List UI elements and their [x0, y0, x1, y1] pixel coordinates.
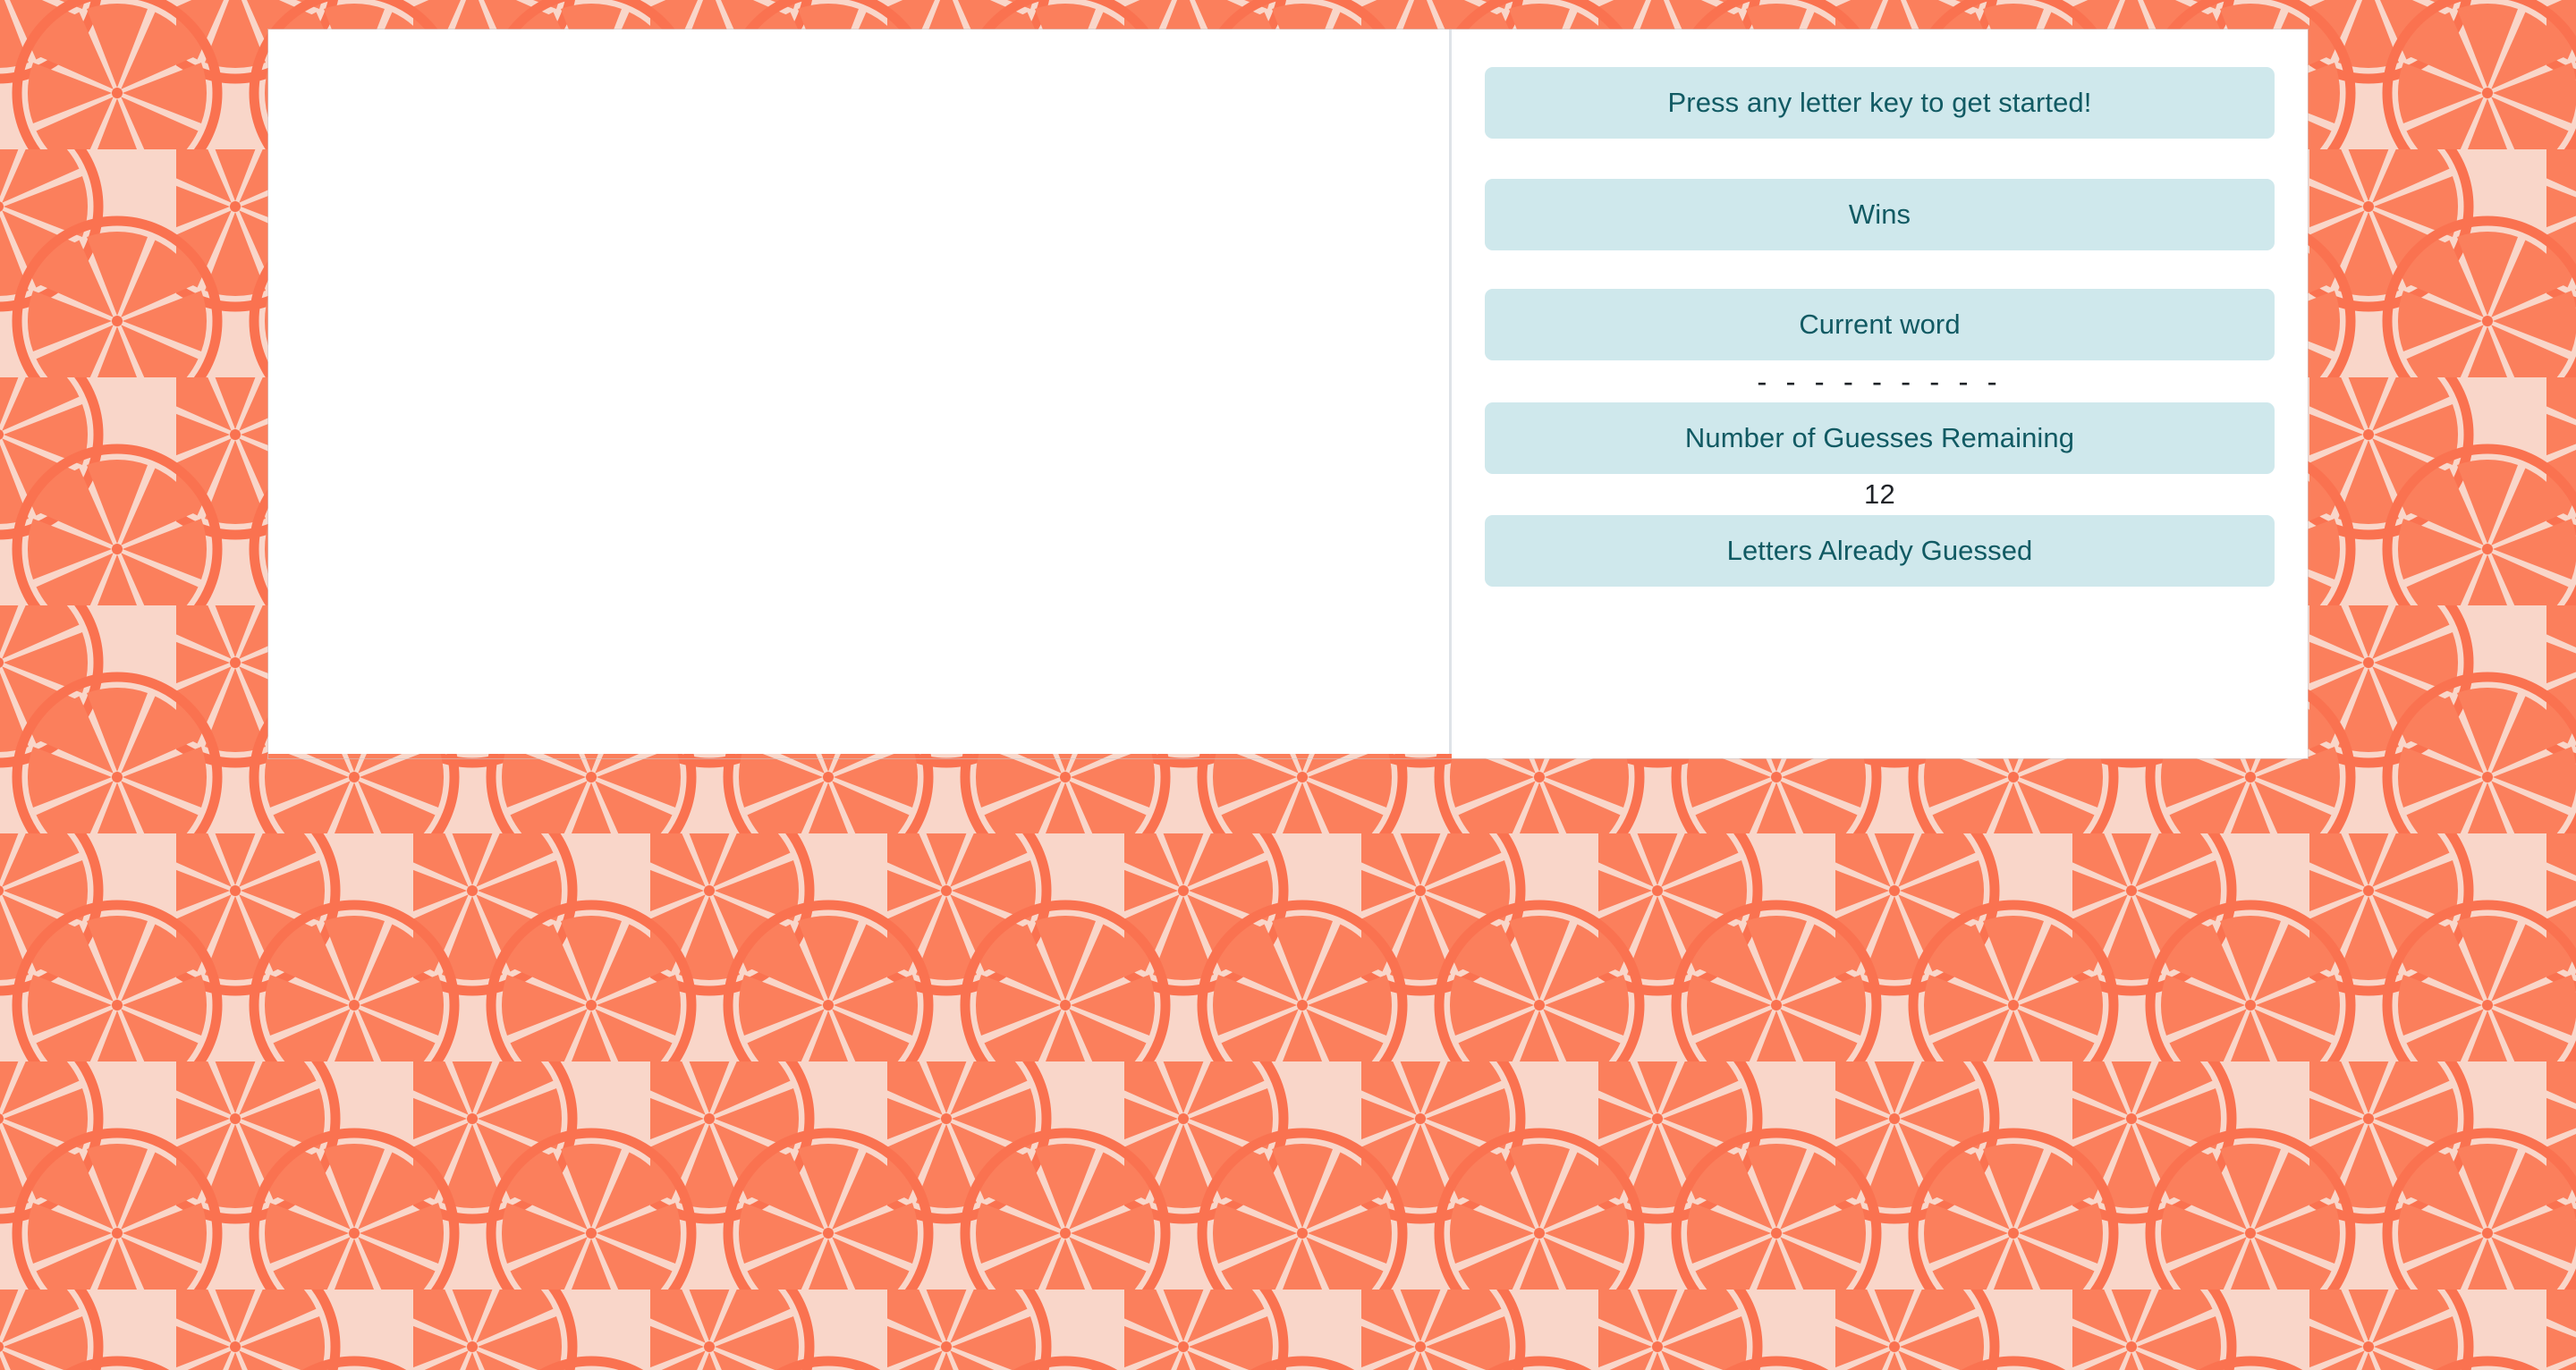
current-word-value: - - - - - - - - -: [1757, 364, 2003, 398]
letters-guessed-value: [1485, 587, 2275, 628]
current-word-label: Current word: [1485, 289, 2275, 360]
guesses-remaining-label: Number of Guesses Remaining: [1485, 402, 2275, 474]
status-panel: Press any letter key to get started! Win…: [1452, 30, 2308, 758]
wins-label: Wins: [1485, 179, 2275, 250]
game-stage-area[interactable]: [268, 30, 1452, 754]
wins-value: [1485, 250, 2275, 289]
letters-guessed-label: Letters Already Guessed: [1485, 515, 2275, 587]
hangman-app-card: Press any letter key to get started! Win…: [268, 30, 2308, 758]
start-prompt-banner: Press any letter key to get started!: [1485, 67, 2275, 139]
guesses-remaining-value: 12: [1864, 478, 1895, 510]
